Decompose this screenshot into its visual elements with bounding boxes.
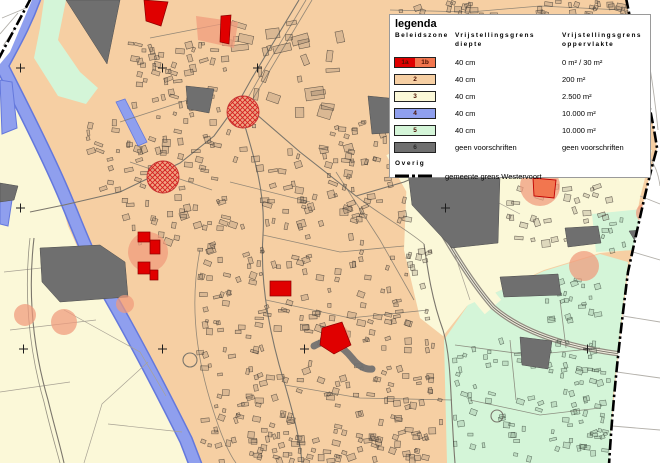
col-header-vrijstellingsgrens-oppervlakte: Vrijstellingsgrens oppervlakte xyxy=(562,32,642,48)
zone6-swatch: 6 xyxy=(394,141,436,153)
legend-row-zone4: 4 40 cm 10.000 m² xyxy=(390,105,650,122)
zone2-area: 200 m² xyxy=(562,74,586,84)
zone4-swatch: 4 xyxy=(394,107,436,119)
zone5-area: 10.000 m² xyxy=(562,125,596,135)
legend-boundary-entry: gemeente grens Westervoort xyxy=(390,169,650,181)
zone5-swatch: 5 xyxy=(394,124,436,136)
zone6-depth: geen voorschriften xyxy=(455,142,517,152)
zone1-depth: 40 cm xyxy=(455,57,476,67)
zone1-area: 0 m² / 30 m² xyxy=(562,57,603,67)
legend-title: legenda xyxy=(395,18,437,30)
legend-row-zone3: 3 40 cm 2.500 m² xyxy=(390,88,650,105)
legend-row-zone5: 5 40 cm 10.000 m² xyxy=(390,122,650,139)
zone1-swatch: 1a 1b xyxy=(394,56,436,68)
zone4-area: 10.000 m² xyxy=(562,108,596,118)
legend-column-headers: Beleidszone Vrijstellingsgrens diepte Vri… xyxy=(390,31,650,50)
boundary-label: gemeente grens Westervoort xyxy=(445,171,542,181)
zone4-depth: 40 cm xyxy=(455,108,476,118)
legend-row-zone6: 6 geen voorschriften geen voorschriften xyxy=(390,139,650,156)
col-header-vrijstellingsgrens-diepte: Vrijstellingsgrens diepte xyxy=(455,32,535,48)
legend-row-zone2: 2 40 cm 200 m² xyxy=(390,71,650,88)
zone2-swatch: 2 xyxy=(394,73,436,85)
zone3-area: 2.500 m² xyxy=(562,91,592,101)
zone6-area: geen voorschriften xyxy=(562,142,624,152)
zone3-depth: 40 cm xyxy=(455,91,476,101)
boundary-line-symbol xyxy=(395,174,435,178)
legend-row-zone1: 1a 1b 40 cm 0 m² / 30 m² xyxy=(390,54,650,71)
legend-overig-label: Overig xyxy=(395,159,426,167)
legend-panel: legenda Beleidszone Vrijstellingsgrens di… xyxy=(389,14,651,181)
zone3-swatch: 3 xyxy=(394,90,436,102)
zone5-depth: 40 cm xyxy=(455,125,476,135)
legend-rows: 1a 1b 40 cm 0 m² / 30 m² 2 40 cm 200 m² 3… xyxy=(390,54,650,156)
zone2-depth: 40 cm xyxy=(455,74,476,84)
col-header-beleidszone: Beleidszone xyxy=(395,32,449,39)
